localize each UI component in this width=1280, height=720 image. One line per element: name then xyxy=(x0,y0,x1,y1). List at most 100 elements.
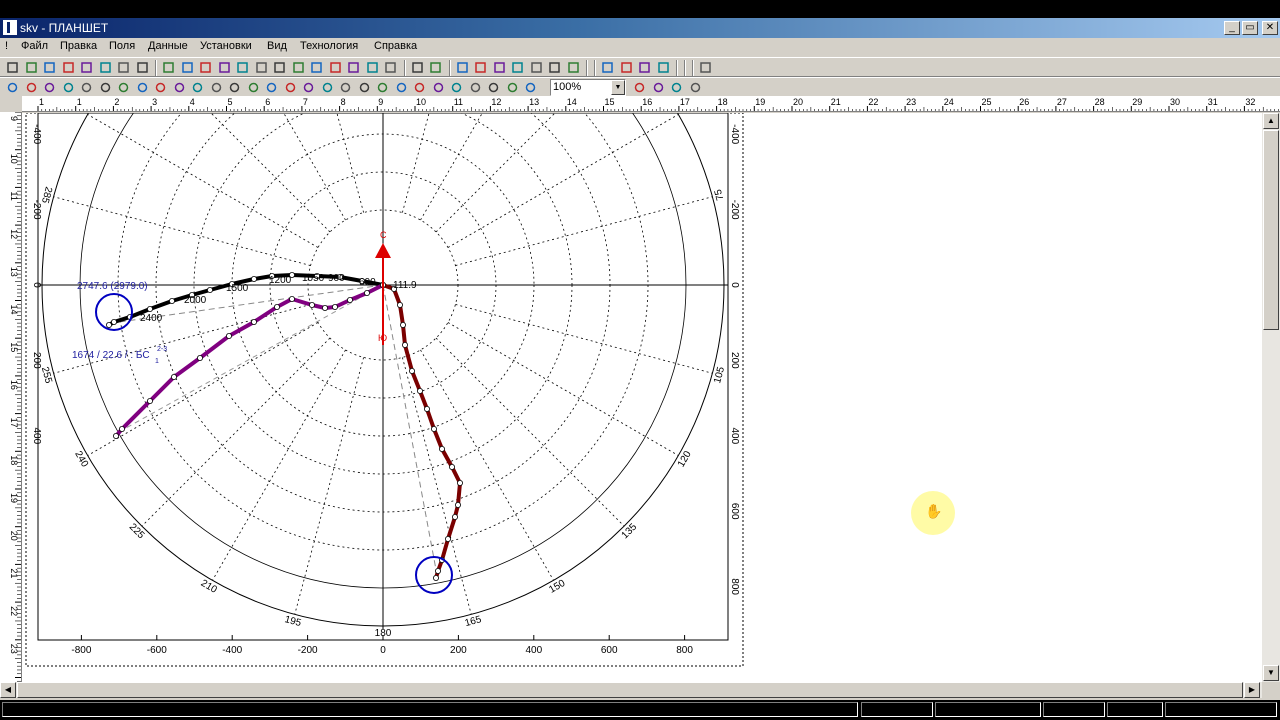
toolbar-tool-icon[interactable] xyxy=(412,80,427,95)
toolbar-tool-icon[interactable] xyxy=(338,80,353,95)
toolbar-tool-icon[interactable] xyxy=(24,80,39,95)
well-plan-plot[interactable]: -800 -600 -400 -200 0 200 400 600 800 -400 -200 0 20… xyxy=(22,113,1262,682)
toolbar-tool-icon[interactable] xyxy=(98,60,113,75)
toolbar-tool-icon[interactable] xyxy=(209,80,224,95)
horizontal-scrollbar[interactable]: ◀ ▶ xyxy=(0,682,1262,698)
toolbar-tool-icon[interactable] xyxy=(320,80,335,95)
toolbar-tool-icon[interactable] xyxy=(235,60,250,75)
toolbar-tool-icon[interactable] xyxy=(79,80,94,95)
toolbar-tool-icon[interactable] xyxy=(264,80,279,95)
toolbar-tool-icon[interactable] xyxy=(24,60,39,75)
toolbar-tool-icon[interactable] xyxy=(135,60,150,75)
toolbar-tool-icon[interactable] xyxy=(346,60,361,75)
toolbar-tool-icon[interactable] xyxy=(547,60,562,75)
toolbar-tool-icon[interactable] xyxy=(375,80,390,95)
menu-item-edit[interactable]: Правка xyxy=(60,40,97,52)
toolbar-tool-icon[interactable] xyxy=(227,80,242,95)
toolbar-tool-icon[interactable] xyxy=(473,60,488,75)
toolbar-tool-icon[interactable] xyxy=(600,60,615,75)
toolbar-tool-icon[interactable] xyxy=(492,60,507,75)
toolbar-tool-icon[interactable] xyxy=(98,80,113,95)
trajectory-darkred-point xyxy=(432,574,439,581)
menu-item-settings[interactable]: Установки xyxy=(200,40,252,52)
toolbar-tool-icon[interactable] xyxy=(449,80,464,95)
toolbar-tool-icon[interactable] xyxy=(254,60,269,75)
scroll-down-icon[interactable]: ▼ xyxy=(1263,665,1279,681)
toolbar-tool-icon[interactable] xyxy=(309,60,324,75)
toolbar-tool-icon[interactable] xyxy=(291,60,306,75)
menu-item-view[interactable]: Вид xyxy=(267,40,287,52)
toolbar-tool-icon[interactable] xyxy=(61,60,76,75)
vertical-scrollbar[interactable]: ▲ ▼ xyxy=(1262,113,1280,682)
depth-label: 1200 xyxy=(269,275,292,286)
ruler-label: 10 xyxy=(416,97,426,107)
drawing-canvas[interactable]: -800 -600 -400 -200 0 200 400 600 800 -400 -200 0 20… xyxy=(22,113,1262,682)
toolbar-tool-icon[interactable] xyxy=(283,80,298,95)
toolbar-tool-icon[interactable] xyxy=(301,80,316,95)
toolbar-tool-icon[interactable] xyxy=(431,80,446,95)
toolbar-tool-icon[interactable] xyxy=(566,60,581,75)
menu-item-exclamation[interactable]: ! xyxy=(5,40,8,52)
toolbar-tool-icon[interactable] xyxy=(328,60,343,75)
toolbar-tool-icon[interactable] xyxy=(172,80,187,95)
azimuth-label: 165 xyxy=(464,614,483,629)
toolbar-tool-icon[interactable] xyxy=(5,80,20,95)
restore-button[interactable]: ▭ xyxy=(1242,21,1258,35)
zoom-dropdown-arrow-icon[interactable]: ▼ xyxy=(611,80,625,95)
toolbar-tool-icon[interactable] xyxy=(619,60,634,75)
toolbar-tool-icon[interactable] xyxy=(637,60,652,75)
toolbar-tool-icon[interactable] xyxy=(428,60,443,75)
scroll-left-icon[interactable]: ◀ xyxy=(0,682,16,698)
toolbar-tool-icon[interactable] xyxy=(468,80,483,95)
toolbar-tool-icon[interactable] xyxy=(510,60,525,75)
menu-item-data[interactable]: Данные xyxy=(148,40,188,52)
menu-item-help[interactable]: Справка xyxy=(374,40,417,52)
menu-item-file[interactable]: Файл xyxy=(21,40,48,52)
grid-radial xyxy=(402,113,430,213)
scroll-up-icon[interactable]: ▲ xyxy=(1263,113,1279,129)
toolbar-tool-icon[interactable] xyxy=(383,60,398,75)
toolbar-tool-icon[interactable] xyxy=(523,80,538,95)
toolbar-tool-icon[interactable] xyxy=(669,80,684,95)
toolbar-tool-icon[interactable] xyxy=(486,80,501,95)
vertical-scroll-thumb[interactable] xyxy=(1263,130,1279,330)
toolbar-tool-icon[interactable] xyxy=(217,60,232,75)
scroll-right-icon[interactable]: ▶ xyxy=(1244,682,1260,698)
toolbar-tool-icon[interactable] xyxy=(357,80,372,95)
toolbar-tool-icon[interactable] xyxy=(246,80,261,95)
toolbar-tool-icon[interactable] xyxy=(505,80,520,95)
toolbar-tool-icon[interactable] xyxy=(632,80,647,95)
menu-item-fields[interactable]: Поля xyxy=(109,40,135,52)
toolbar-tool-icon[interactable] xyxy=(394,80,409,95)
toolbar-tool-icon[interactable] xyxy=(116,80,131,95)
toolbar-tool-icon[interactable] xyxy=(688,80,703,95)
toolbar-tool-icon[interactable] xyxy=(5,60,20,75)
page-border xyxy=(25,113,744,667)
toolbar-tool-icon[interactable] xyxy=(410,60,425,75)
toolbar-tool-icon[interactable] xyxy=(61,80,76,95)
toolbar-tool-icon[interactable] xyxy=(656,60,671,75)
title-bar[interactable]: skv - ПЛАНШЕТ _ ▭ ✕ xyxy=(0,18,1280,38)
toolbar-tool-icon[interactable] xyxy=(161,60,176,75)
ruler-label: 17 xyxy=(680,97,690,107)
toolbar-tool-icon[interactable] xyxy=(180,60,195,75)
toolbar-tool-icon[interactable] xyxy=(455,60,470,75)
toolbar-tool-icon[interactable] xyxy=(42,60,57,75)
toolbar-tool-icon[interactable] xyxy=(116,60,131,75)
horizontal-scroll-thumb[interactable] xyxy=(17,682,1243,698)
toolbar-tool-icon[interactable] xyxy=(272,60,287,75)
toolbar-tool-icon[interactable] xyxy=(135,80,150,95)
toolbar-tool-icon[interactable] xyxy=(190,80,205,95)
toolbar-tool-icon[interactable] xyxy=(79,60,94,75)
toolbar-tool-icon[interactable] xyxy=(153,80,168,95)
toolbar-tool-icon[interactable] xyxy=(198,60,213,75)
toolbar-tool-icon[interactable] xyxy=(651,80,666,95)
toolbar-tool-icon[interactable] xyxy=(42,80,57,95)
menu-item-technology[interactable]: Технология xyxy=(300,40,358,52)
toolbar-tool-icon[interactable] xyxy=(365,60,380,75)
zoom-select[interactable]: 100% ▼ xyxy=(550,79,626,96)
toolbar-tool-icon[interactable] xyxy=(529,60,544,75)
close-button[interactable]: ✕ xyxy=(1262,21,1278,35)
toolbar-tool-icon[interactable] xyxy=(698,60,713,75)
minimize-button[interactable]: _ xyxy=(1224,21,1240,35)
